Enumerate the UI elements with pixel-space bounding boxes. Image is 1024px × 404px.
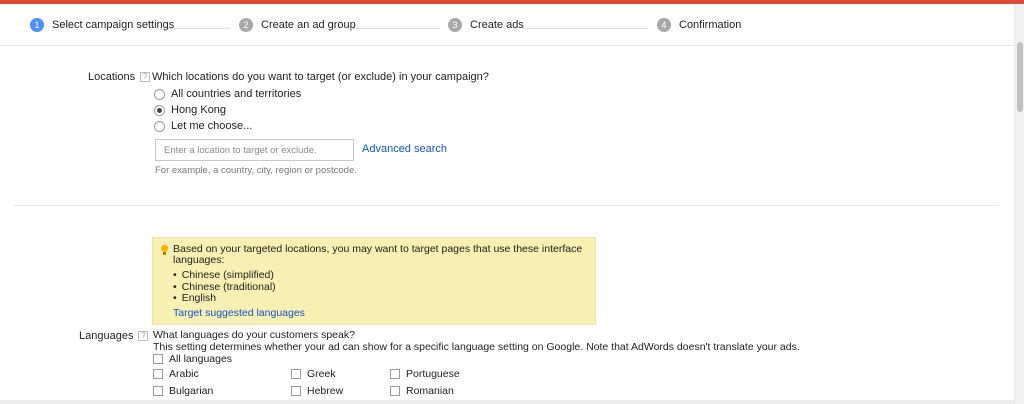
checkbox-label: Arabic xyxy=(169,368,199,380)
step-confirmation[interactable]: 4 Confirmation xyxy=(657,17,741,33)
location-option-let-me-choose[interactable]: Let me choose... xyxy=(154,120,252,132)
step-connector xyxy=(168,28,230,29)
checkbox[interactable] xyxy=(153,354,163,364)
step-number: 4 xyxy=(657,18,671,32)
step-label: Select campaign settings xyxy=(52,19,175,31)
checkbox-arabic[interactable]: Arabic xyxy=(153,368,199,380)
checkbox-all-languages[interactable]: All languages xyxy=(153,353,232,365)
suggestion-text: Based on your targeted locations, you ma… xyxy=(173,243,583,266)
checkbox-label: Hebrew xyxy=(307,385,344,397)
location-option-all[interactable]: All countries and territories xyxy=(154,88,301,100)
checkbox-label: Romanian xyxy=(406,385,454,397)
locations-label-row: Locations ? xyxy=(88,71,151,83)
languages-label-row: Languages ? xyxy=(79,330,149,342)
radio-button[interactable] xyxy=(154,88,165,100)
scrollbar-thumb[interactable] xyxy=(1017,42,1023,112)
language-suggestion-box: Based on your targeted locations, you ma… xyxy=(152,237,596,325)
locations-help-icon[interactable]: ? xyxy=(140,72,151,82)
bottom-scroll-edge xyxy=(0,400,1014,404)
locations-question: Which locations do you want to target (o… xyxy=(152,71,489,83)
campaign-stepper: 1 Select campaign settings 2 Create an a… xyxy=(0,4,1014,46)
checkbox[interactable] xyxy=(153,386,163,396)
checkbox-bulgarian[interactable]: Bulgarian xyxy=(153,385,213,397)
target-suggested-languages-link[interactable]: Target suggested languages xyxy=(173,307,305,319)
checkbox-label: Greek xyxy=(307,368,336,380)
step-connector xyxy=(522,28,648,29)
radio-label: Hong Kong xyxy=(171,104,227,116)
radio-label: All countries and territories xyxy=(171,88,302,100)
step-label: Create ads xyxy=(470,19,524,31)
step-label: Create an ad group xyxy=(261,19,356,31)
step-create-ads[interactable]: 3 Create ads xyxy=(448,17,524,33)
radio-button-selected[interactable] xyxy=(154,104,165,116)
checkbox[interactable] xyxy=(390,369,400,379)
section-divider xyxy=(14,205,999,206)
checkbox[interactable] xyxy=(291,369,301,379)
location-search-input[interactable] xyxy=(155,139,354,161)
checkbox[interactable] xyxy=(153,369,163,379)
step-number: 3 xyxy=(448,18,462,32)
checkbox-label: All languages xyxy=(169,353,233,365)
location-input-hint: For example, a country, city, region or … xyxy=(155,165,357,176)
suggested-languages-list: Chinese (simplified) Chinese (traditiona… xyxy=(173,269,276,305)
languages-question: What languages do your customers speak? … xyxy=(153,329,800,353)
checkbox-label: Portuguese xyxy=(406,368,460,380)
list-item: English xyxy=(173,292,276,305)
step-connector xyxy=(350,28,440,29)
checkbox[interactable] xyxy=(390,386,400,396)
locations-label: Locations xyxy=(88,71,136,83)
languages-help-icon[interactable]: ? xyxy=(138,331,149,341)
list-item: Chinese (simplified) xyxy=(173,269,276,282)
radio-button[interactable] xyxy=(154,120,165,132)
checkbox-portuguese[interactable]: Portuguese xyxy=(390,368,460,380)
languages-label: Languages xyxy=(79,330,134,342)
step-create-ad-group[interactable]: 2 Create an ad group xyxy=(239,17,356,33)
advanced-search-link[interactable]: Advanced search xyxy=(362,143,447,155)
location-option-hong-kong[interactable]: Hong Kong xyxy=(154,104,226,116)
radio-label: Let me choose... xyxy=(171,120,253,132)
step-number: 2 xyxy=(239,18,253,32)
step-select-campaign-settings[interactable]: 1 Select campaign settings xyxy=(30,17,174,33)
lightbulb-icon xyxy=(161,245,168,256)
checkbox[interactable] xyxy=(291,386,301,396)
languages-question-text: What languages do your customers speak? xyxy=(153,329,355,341)
page-scrollbar[interactable] xyxy=(1014,4,1024,404)
checkbox-romanian[interactable]: Romanian xyxy=(390,385,454,397)
checkbox-hebrew[interactable]: Hebrew xyxy=(291,385,343,397)
step-label: Confirmation xyxy=(679,19,742,31)
checkbox-label: Bulgarian xyxy=(169,385,214,397)
step-number: 1 xyxy=(30,18,44,32)
checkbox-greek[interactable]: Greek xyxy=(291,368,336,380)
languages-note: This setting determines whether your ad … xyxy=(153,340,800,353)
